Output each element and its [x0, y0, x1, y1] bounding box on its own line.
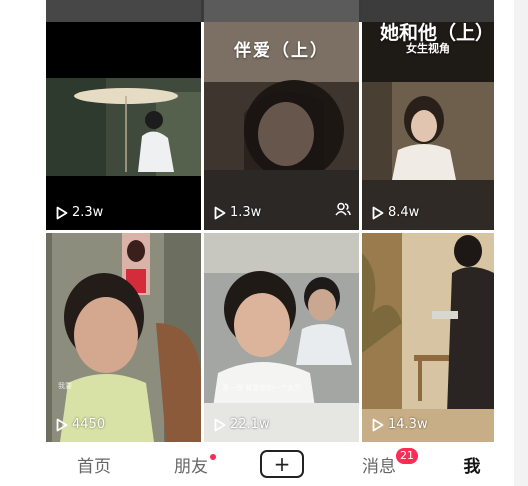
- view-count: 2.3w: [56, 205, 103, 220]
- play-icon: [56, 418, 68, 432]
- nav-friends-label: 朋友: [174, 456, 208, 477]
- friends-only-icon: [335, 201, 351, 220]
- view-count-text: 8.4w: [388, 205, 420, 220]
- play-icon: [214, 418, 226, 432]
- messages-badge: 21: [396, 448, 418, 464]
- video-tile[interactable]: 她和他（上） 女生视角 8.4w: [362, 22, 494, 230]
- previous-row-strip: [46, 0, 494, 22]
- video-caption: 第一眼 就喜欢你一个女生: [222, 384, 302, 392]
- view-count-text: 1.3w: [230, 205, 262, 220]
- play-icon: [214, 206, 226, 220]
- friends-notification-dot: [210, 454, 216, 460]
- view-count: 1.3w: [214, 205, 261, 220]
- view-count-text: 22.1w: [230, 417, 270, 432]
- video-tile[interactable]: 14.3w: [362, 233, 494, 442]
- video-thumbnail: [46, 22, 201, 230]
- view-count: 8.4w: [372, 205, 419, 220]
- view-count: 14.3w: [372, 417, 428, 432]
- view-count: 4450: [56, 417, 105, 432]
- video-thumbnail: [204, 233, 359, 442]
- nav-home[interactable]: 首页: [64, 442, 124, 486]
- nav-me[interactable]: 我: [454, 442, 490, 486]
- create-button[interactable]: +: [260, 450, 304, 478]
- nav-friends[interactable]: 朋友: [156, 442, 226, 486]
- play-icon: [372, 206, 384, 220]
- profile-video-screen: 2.3w 伴爱（上） 1.3w 她和他（上） 女生视角 8.4w 我要 4450…: [46, 0, 494, 486]
- view-count: 22.1w: [214, 417, 270, 432]
- video-thumbnail: [46, 233, 201, 442]
- video-thumbnail: [362, 233, 494, 442]
- video-subtitle: 女生视角: [406, 42, 450, 55]
- view-count-text: 14.3w: [388, 417, 428, 432]
- nav-messages-label: 消息: [362, 456, 396, 477]
- view-count-text: 4450: [72, 417, 106, 432]
- video-caption: 我要: [58, 382, 72, 390]
- video-tile[interactable]: 2.3w: [46, 22, 201, 230]
- view-count-text: 2.3w: [72, 205, 104, 220]
- play-icon: [56, 206, 68, 220]
- video-tile[interactable]: 第一眼 就喜欢你一个女生 22.1w: [204, 233, 359, 442]
- bottom-nav: 首页 朋友 + 消息 21 我: [46, 442, 494, 486]
- video-grid: 2.3w 伴爱（上） 1.3w 她和他（上） 女生视角 8.4w 我要 4450…: [46, 22, 494, 442]
- right-gutter: [514, 0, 528, 486]
- play-icon: [372, 418, 384, 432]
- video-title: 伴爱（上）: [234, 41, 329, 61]
- video-tile[interactable]: 伴爱（上） 1.3w: [204, 22, 359, 230]
- video-tile[interactable]: 我要 4450: [46, 233, 201, 442]
